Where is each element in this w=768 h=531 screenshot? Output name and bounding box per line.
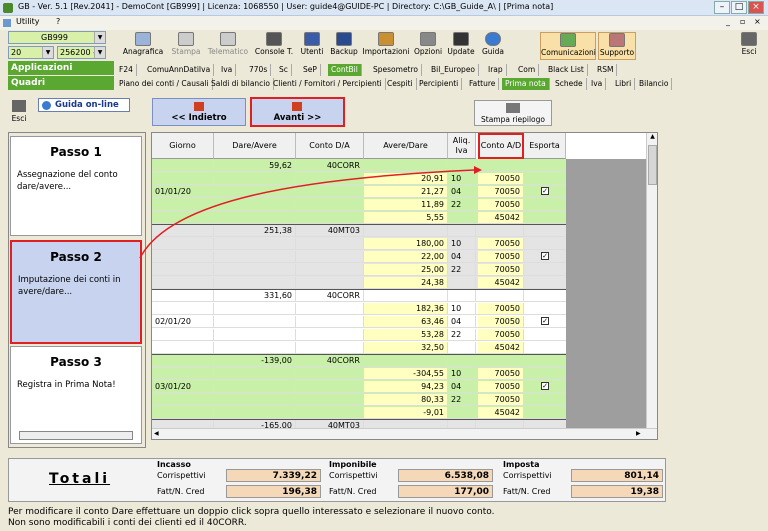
imposta-fatt-value: 19,38 xyxy=(571,485,663,498)
incasso-corr-value: 7.339,22 xyxy=(226,469,321,482)
imposta-title: Imposta xyxy=(503,460,540,469)
hint-line-2: Non sono modificabili i conti dei client… xyxy=(8,518,247,528)
incasso-fatt-label: Fatt/N. Cred xyxy=(157,487,205,496)
imponibile-corr-label: Corrispettivi xyxy=(329,471,378,480)
totals-label: Totali xyxy=(49,471,111,487)
incasso-fatt-value: 196,38 xyxy=(226,485,321,498)
imponibile-fatt-label: Fatt/N. Cred xyxy=(329,487,377,496)
imponibile-title: Imponibile xyxy=(329,460,377,469)
imposta-corr-value: 801,14 xyxy=(571,469,663,482)
imponibile-corr-value: 6.538,08 xyxy=(398,469,493,482)
imponibile-fatt-value: 177,00 xyxy=(398,485,493,498)
totals-panel: Totali Incasso Corrispettivi 7.339,22 Fa… xyxy=(8,458,666,502)
annotation-arrow xyxy=(139,166,482,259)
incasso-corr-label: Corrispettivi xyxy=(157,471,206,480)
incasso-title: Incasso xyxy=(157,460,191,469)
imposta-fatt-label: Fatt/N. Cred xyxy=(503,487,551,496)
hint-line-1: Per modificare il conto Dare effettuare … xyxy=(8,507,495,517)
imposta-corr-label: Corrispettivi xyxy=(503,471,552,480)
